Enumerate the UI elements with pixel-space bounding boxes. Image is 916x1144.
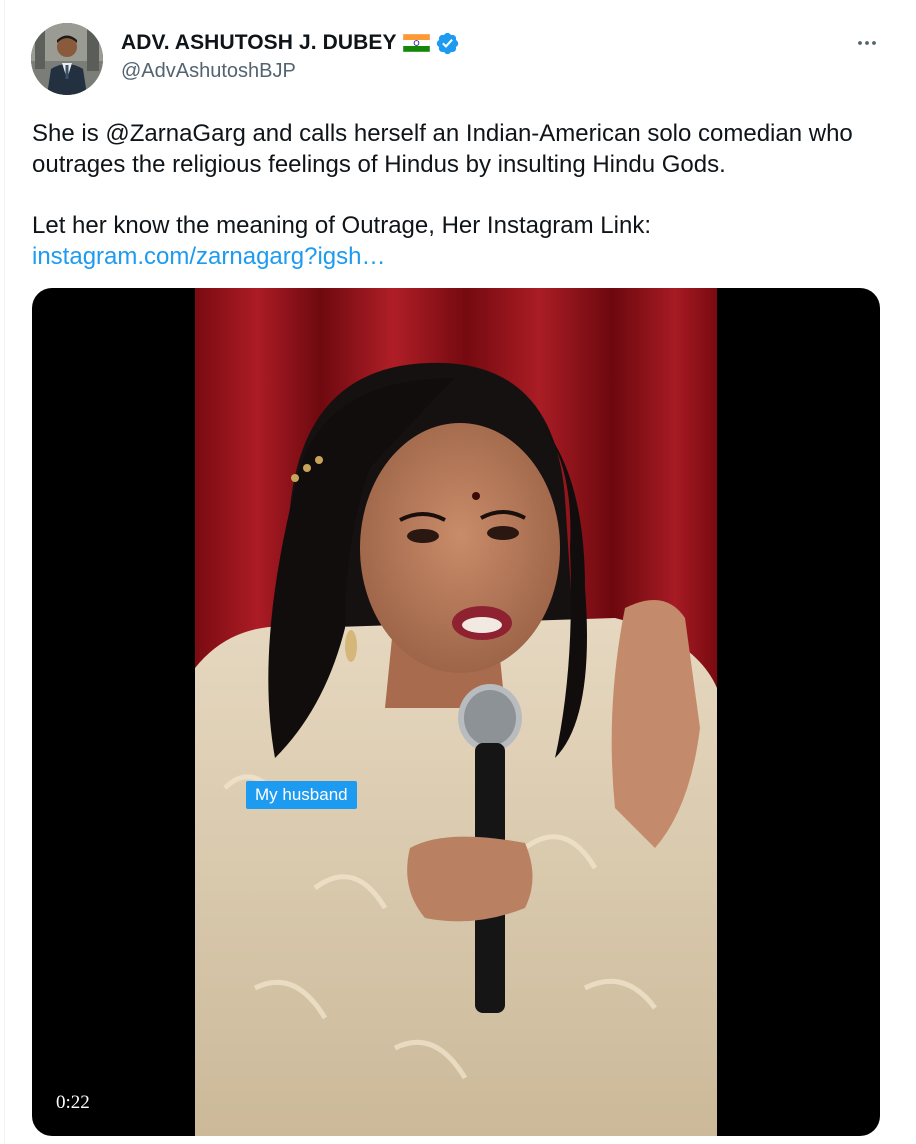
video-duration: 0:22 [56, 1092, 90, 1113]
more-dots-icon [858, 41, 876, 45]
tweet-text: She is @ZarnaGarg and calls herself an I… [32, 118, 882, 272]
author-handle[interactable]: @AdvAshutoshBJP [121, 60, 460, 83]
author-name[interactable]: ADV. ASHUTOSH J. DUBEY [121, 31, 397, 55]
video-frame[interactable] [195, 288, 717, 1136]
tweet-paragraph-2: Let her know the meaning of Outrage, Her… [32, 212, 651, 239]
tweet-card: ADV. ASHUTOSH J. DUBEY @AdvAshutoshBJP S… [0, 0, 916, 1144]
author-name-row: ADV. ASHUTOSH J. DUBEY [121, 28, 460, 58]
india-flag-icon [402, 33, 430, 53]
video-caption: My husband [246, 781, 357, 809]
author-block: ADV. ASHUTOSH J. DUBEY @AdvAshutoshBJP [121, 28, 460, 83]
avatar[interactable] [31, 23, 103, 95]
tweet-left-border [4, 0, 5, 1144]
tweet-paragraph-1: She is @ZarnaGarg and calls herself an I… [32, 120, 853, 178]
more-options-button[interactable] [854, 30, 880, 56]
verified-badge-icon[interactable] [435, 31, 460, 56]
instagram-link[interactable]: instagram.com/zarnagarg?igsh… [32, 243, 386, 270]
video-player[interactable]: My husband 0:22 [32, 288, 880, 1136]
